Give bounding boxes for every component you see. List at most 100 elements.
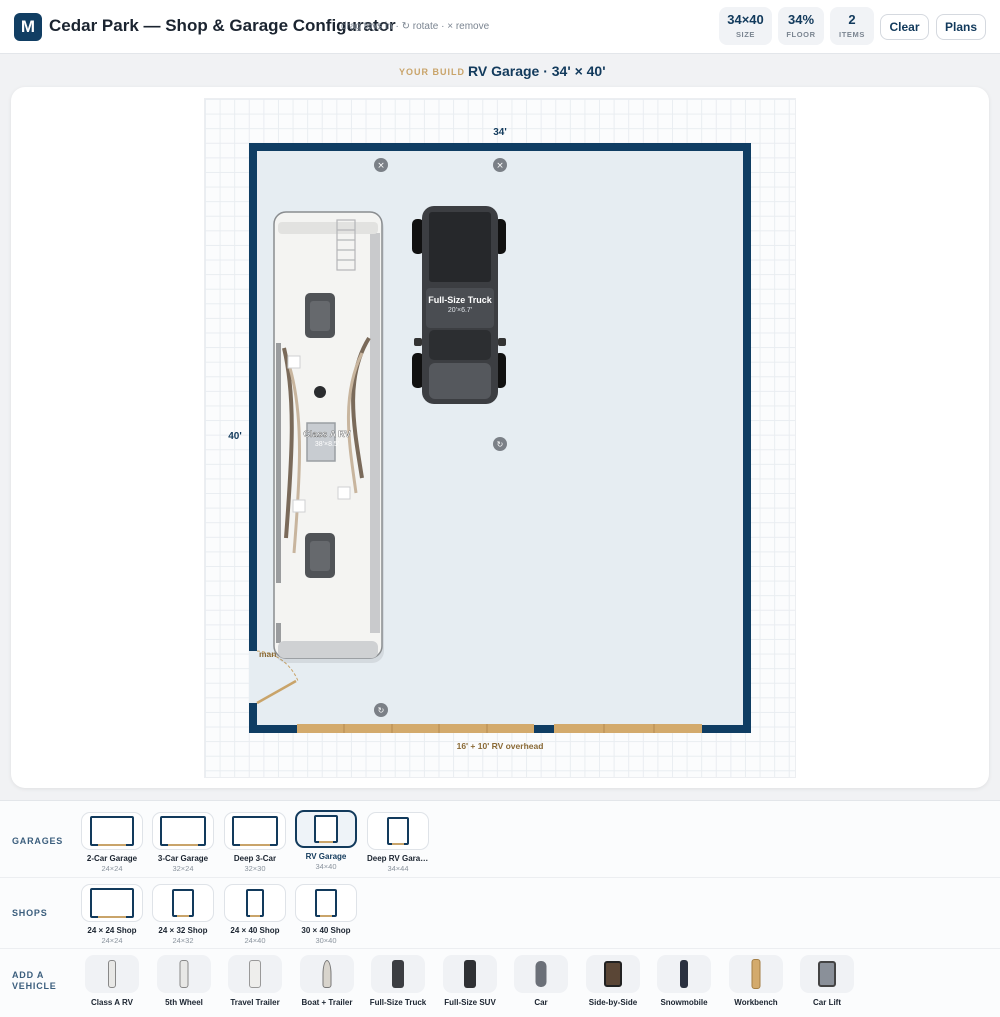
option-dims: 32×24: [172, 864, 194, 873]
clear-button[interactable]: Clear: [880, 14, 929, 40]
option-name: Deep RV Garage: [367, 854, 429, 863]
add-workbench[interactable]: Workbench: [721, 955, 791, 1007]
vehicle-name: Side-by-Side: [588, 998, 638, 1007]
add-travel-trailer[interactable]: Travel Trailer: [220, 955, 290, 1007]
truck-dims: 20'×6.7': [448, 307, 472, 314]
width-dimension: 34': [493, 127, 507, 138]
rv-overhead-door: [297, 724, 534, 733]
stat-items: 2 ITEMS: [830, 7, 874, 45]
side-by-side-icon: [604, 961, 622, 987]
app-header: M Cedar Park — Shop & Garage Configurato…: [0, 0, 1000, 54]
vehicle-name: Car Lift: [813, 998, 841, 1007]
vehicles-row: ADD A VEHICLE Class A RV 5th Wheel Trave…: [0, 949, 1000, 1017]
boat-icon: [322, 960, 332, 988]
truck-remove-button[interactable]: ×: [493, 158, 507, 172]
option-dims: 34×44: [387, 864, 409, 873]
close-icon: ×: [377, 161, 385, 171]
suv-icon: [464, 960, 476, 988]
build-name: RV Garage · 34' × 40': [468, 63, 606, 79]
option-dims: 24×40: [244, 936, 266, 945]
shop-option-24x32[interactable]: 24 × 32 Shop 24×32: [152, 884, 214, 945]
garage-option-2-car[interactable]: 2-Car Garage 24×24: [81, 812, 143, 873]
add-5th-wheel[interactable]: 5th Wheel: [149, 955, 219, 1007]
floorplan-thumbnail: [367, 812, 429, 850]
add-full-size-suv[interactable]: Full-Size SUV: [435, 955, 505, 1007]
shop-option-24x40[interactable]: 24 × 40 Shop 24×40: [224, 884, 286, 945]
snowmobile-icon: [680, 960, 688, 988]
truck-label: Full-Size Truck: [428, 295, 493, 305]
option-name: Deep 3-Car: [233, 854, 277, 863]
rv-item[interactable]: Class A RV 38'×8.5': [273, 211, 384, 663]
add-snowmobile[interactable]: Snowmobile: [649, 955, 719, 1007]
stat-floor-value: 34%: [787, 12, 815, 27]
build-kicker: YOUR BUILD: [399, 67, 465, 77]
stat-size-value: 34×40: [727, 12, 764, 27]
workbench-icon: [751, 959, 761, 989]
floorplan-thumbnail: [224, 884, 286, 922]
option-dims: 30×40: [315, 936, 337, 945]
vehicle-name: Full-Size SUV: [444, 998, 496, 1007]
add-car-lift[interactable]: Car Lift: [792, 955, 862, 1007]
garage-option-deep-3-car[interactable]: Deep 3-Car 32×30: [224, 812, 286, 873]
add-class-a-rv[interactable]: Class A RV: [77, 955, 147, 1007]
floorplan-thumbnail: [81, 812, 143, 850]
plans-button[interactable]: Plans: [936, 14, 986, 40]
vehicle-name: Class A RV: [91, 998, 133, 1007]
shop-option-24x24[interactable]: 24 × 24 Shop 24×24: [81, 884, 143, 945]
option-name: 24 × 32 Shop: [158, 926, 208, 935]
option-dims: 32×30: [244, 864, 266, 873]
truck-rotate-button[interactable]: ↻: [493, 437, 507, 451]
car-lift-icon: [818, 961, 836, 987]
vehicle-name: Car: [534, 998, 548, 1007]
shop-option-30x40[interactable]: 30 × 40 Shop 30×40: [295, 884, 357, 945]
option-dims: 34×40: [315, 862, 337, 871]
close-icon: ×: [496, 161, 504, 171]
option-name: 2-Car Garage: [86, 854, 138, 863]
truck-item[interactable]: Full-Size Truck 20'×6.7': [412, 206, 506, 404]
add-car[interactable]: Car: [506, 955, 576, 1007]
floor-plan: man door 34' 40' 16' + 10' RV overhead C…: [228, 127, 751, 751]
option-name: RV Garage: [305, 852, 347, 861]
vehicle-name: Full-Size Truck: [369, 998, 427, 1007]
option-dims: 24×24: [101, 864, 123, 873]
rv-label: Class A RV: [303, 429, 350, 439]
floorplan-thumbnail: [224, 812, 286, 850]
stat-floor: 34% FLOOR: [778, 7, 824, 45]
floorplan-thumbnail: [152, 812, 214, 850]
fifth-wheel-icon: [179, 960, 189, 988]
overhead-door: [554, 724, 702, 733]
stat-items-value: 2: [848, 12, 856, 27]
garage-option-deep-rv[interactable]: Deep RV Garage 34×44: [367, 812, 429, 873]
truck-icon: [392, 960, 404, 988]
vehicle-name: Boat + Trailer: [301, 998, 353, 1007]
rotate-icon: ↻: [497, 440, 504, 449]
vehicles-label-line1: ADD A: [12, 970, 45, 980]
vehicles-label-line2: VEHICLE: [12, 981, 57, 991]
add-side-by-side[interactable]: Side-by-Side: [578, 955, 648, 1007]
floorplan-thumbnail: [152, 884, 214, 922]
vehicle-name: Travel Trailer: [230, 998, 280, 1007]
option-dims: 24×24: [101, 936, 123, 945]
add-full-size-truck[interactable]: Full-Size Truck: [363, 955, 433, 1007]
add-boat-trailer[interactable]: Boat + Trailer: [292, 955, 362, 1007]
travel-trailer-icon: [249, 960, 261, 988]
usage-hint: drag toys in · ↻ rotate · × remove: [341, 21, 490, 32]
garage-option-rv[interactable]: RV Garage 34×40: [295, 810, 357, 871]
logo-letter: M: [20, 17, 36, 36]
option-name: 30 × 40 Shop: [301, 926, 351, 935]
vehicle-name: 5th Wheel: [165, 998, 203, 1007]
option-name: 3-Car Garage: [157, 854, 209, 863]
garages-row: GARAGES 2-Car Garage 24×24 3-Car Garage …: [0, 801, 1000, 878]
floorplan-thumbnail: [295, 810, 357, 848]
app-logo: M: [14, 13, 42, 41]
rv-icon: [108, 960, 116, 988]
rotate-icon: ↻: [378, 706, 385, 715]
depth-dimension: 40': [228, 431, 242, 442]
rv-rotate-button[interactable]: ↻: [374, 703, 388, 717]
rv-remove-button[interactable]: ×: [374, 158, 388, 172]
vehicle-name: Snowmobile: [660, 998, 708, 1007]
garage-option-3-car[interactable]: 3-Car Garage 32×24: [152, 812, 214, 873]
vehicle-name: Workbench: [734, 998, 778, 1007]
stat-size: 34×40 SIZE: [719, 7, 772, 45]
catalog-panel: GARAGES 2-Car Garage 24×24 3-Car Garage …: [0, 800, 1000, 1017]
